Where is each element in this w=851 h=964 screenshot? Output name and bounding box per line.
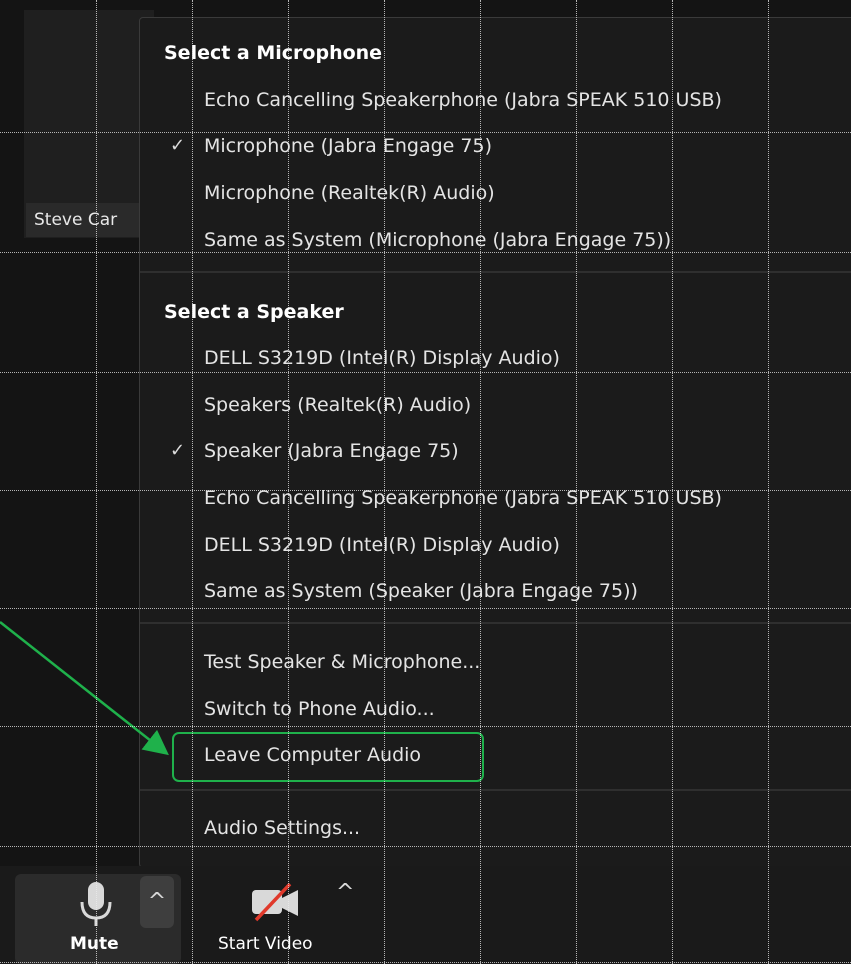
menu-divider xyxy=(140,622,851,624)
speaker-option-dell-2[interactable]: DELL S3219D (Intel(R) Display Audio) xyxy=(204,534,560,556)
menu-divider xyxy=(140,271,851,273)
mute-label: Mute xyxy=(70,934,119,954)
start-video-label: Start Video xyxy=(218,934,313,954)
video-off-icon[interactable] xyxy=(250,882,302,924)
microphone-option-jabra-speak[interactable]: Echo Cancelling Speakerphone (Jabra SPEA… xyxy=(204,89,722,111)
checkmark-icon: ✓ xyxy=(170,135,186,156)
participant-name-tag: Steve Car xyxy=(26,203,154,237)
microphone-icon xyxy=(80,882,112,926)
meeting-toolbar xyxy=(0,866,851,964)
speaker-option-same-as-system[interactable]: Same as System (Speaker (Jabra Engage 75… xyxy=(204,580,638,602)
microphone-option-jabra-engage[interactable]: Microphone (Jabra Engage 75) xyxy=(204,135,492,157)
video-options-caret-button[interactable]: ^ xyxy=(336,880,354,905)
test-speaker-microphone-item[interactable]: Test Speaker & Microphone... xyxy=(204,651,480,673)
checkmark-icon: ✓ xyxy=(170,440,186,461)
menu-divider xyxy=(140,789,851,791)
speaker-option-jabra-engage[interactable]: Speaker (Jabra Engage 75) xyxy=(204,440,459,462)
switch-to-phone-audio-item[interactable]: Switch to Phone Audio... xyxy=(204,698,435,720)
microphone-option-realtek[interactable]: Microphone (Realtek(R) Audio) xyxy=(204,182,495,204)
speaker-option-jabra-speak[interactable]: Echo Cancelling Speakerphone (Jabra SPEA… xyxy=(204,487,722,509)
zoom-meeting-window: Steve Car Select a Microphone Echo Cance… xyxy=(0,0,851,964)
audio-settings-item[interactable]: Audio Settings... xyxy=(204,817,360,839)
audio-options-caret-button[interactable]: ^ xyxy=(140,876,174,928)
speaker-section-title: Select a Speaker xyxy=(164,301,344,323)
microphone-section-title: Select a Microphone xyxy=(164,42,383,64)
microphone-option-same-as-system[interactable]: Same as System (Microphone (Jabra Engage… xyxy=(204,229,671,251)
speaker-option-realtek[interactable]: Speakers (Realtek(R) Audio) xyxy=(204,394,471,416)
speaker-option-dell[interactable]: DELL S3219D (Intel(R) Display Audio) xyxy=(204,347,560,369)
leave-computer-audio-highlight xyxy=(172,732,484,782)
